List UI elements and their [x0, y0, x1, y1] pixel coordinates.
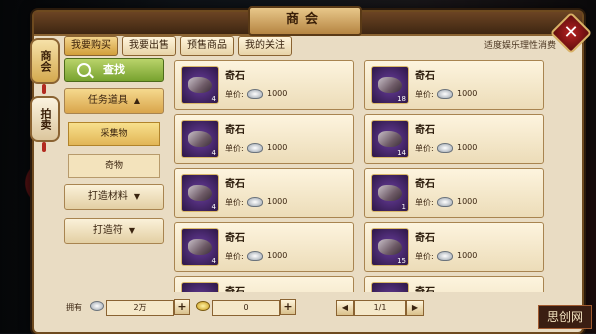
price-label: 单价: [415, 144, 434, 153]
side-tab-shop[interactable]: 商会 [30, 38, 60, 84]
item-card[interactable]: 15 奇石 单价: 1000 [364, 222, 544, 272]
top-tabs: 我要购买 我要出售 预售商品 我的关注 [64, 36, 292, 56]
silver-icon [247, 89, 263, 99]
tab-watchlist[interactable]: 我的关注 [238, 36, 292, 56]
search-icon [77, 63, 91, 77]
tab-presale[interactable]: 预售商品 [180, 36, 234, 56]
category-forge-charm[interactable]: 打造符 ▼ [64, 218, 164, 244]
price-label: 单价: [225, 252, 244, 261]
chevron-down-icon: ▼ [128, 226, 136, 235]
price-label: 单价: [225, 144, 244, 153]
item-card[interactable]: 4 奇石 单价: 1000 [174, 60, 354, 110]
tab-sell[interactable]: 我要出售 [122, 36, 176, 56]
item-name: 奇石 [225, 233, 245, 244]
category-label: 打造符 [92, 225, 123, 236]
search-label: 查找 [103, 63, 125, 76]
item-name: 奇石 [415, 233, 435, 244]
stone-icon: 1 [371, 174, 409, 212]
price-label: 单价: [225, 90, 244, 99]
price-label: 单价: [225, 198, 244, 207]
stone-icon: 14 [371, 120, 409, 158]
category-label: 任务道具 [87, 95, 128, 106]
item-price: 1000 [457, 197, 478, 206]
item-card[interactable]: 4 奇石 单价: 1000 [174, 222, 354, 272]
tassel-decoration [42, 84, 46, 94]
item-price: 1000 [457, 89, 478, 98]
item-name: 奇石 [415, 125, 435, 136]
stone-icon: 4 [181, 120, 219, 158]
tassel-decoration [42, 142, 46, 152]
price-label: 单价: [415, 252, 434, 261]
chevron-down-icon: ▼ [133, 192, 141, 201]
silver-icon [437, 143, 453, 153]
item-price: 1000 [267, 89, 288, 98]
item-price: 1000 [457, 143, 478, 152]
stone-icon: 4 [181, 174, 219, 212]
add-silver-button[interactable]: + [174, 299, 190, 315]
side-tab-auction[interactable]: 拍卖 [30, 96, 60, 142]
window-title: 商会 [248, 6, 362, 36]
silver-icon [247, 251, 263, 261]
category-panel: 查找 任务道具 ▲ 采集物 奇物 打造材料 ▼ 打造符 ▼ [64, 58, 164, 292]
price-label: 单价: [415, 90, 434, 99]
item-grid: 4 奇石 单价: 1000 18 奇石 单价: 1000 4 奇石 单价: 10… [174, 58, 554, 292]
category-task-items[interactable]: 任务道具 ▲ [64, 88, 164, 114]
category-forge-materials[interactable]: 打造材料 ▼ [64, 184, 164, 210]
item-name: 奇石 [225, 125, 245, 136]
owned-label: 拥有 [66, 303, 82, 312]
stone-icon [181, 282, 219, 292]
stone-icon: 18 [371, 66, 409, 104]
silver-icon [90, 301, 104, 311]
chevron-up-icon: ▲ [133, 96, 141, 105]
item-name: 奇石 [225, 71, 245, 82]
close-icon: ✕ [563, 22, 579, 43]
stone-icon: 4 [181, 66, 219, 104]
add-gold-button[interactable]: + [280, 299, 296, 315]
category-label: 打造材料 [87, 191, 128, 202]
page-indicator: 1/1 [354, 300, 406, 316]
item-card[interactable]: 奇石 [174, 276, 354, 292]
item-name: 奇石 [415, 71, 435, 82]
item-price: 1000 [457, 251, 478, 260]
stone-icon: 4 [181, 228, 219, 266]
prev-page-button[interactable]: ◀ [336, 300, 354, 316]
gold-amount: 0 [212, 300, 280, 316]
search-button[interactable]: 查找 [64, 58, 164, 82]
item-card[interactable]: 18 奇石 单价: 1000 [364, 60, 544, 110]
bottom-bar: 拥有 2万 + 0 + ◀ 1/1 ▶ [32, 296, 580, 318]
item-name: 奇石 [225, 179, 245, 190]
item-card[interactable]: 1 奇石 单价: 1000 [364, 168, 544, 218]
silver-icon [247, 143, 263, 153]
stone-icon: 15 [371, 228, 409, 266]
silver-amount: 2万 [106, 300, 174, 316]
next-page-button[interactable]: ▶ [406, 300, 424, 316]
item-name: 奇石 [415, 179, 435, 190]
moderation-notice: 适度娱乐理性消费 [483, 41, 556, 51]
item-price: 1000 [267, 197, 288, 206]
tab-buy[interactable]: 我要购买 [64, 36, 118, 56]
subcategory-rare[interactable]: 奇物 [68, 154, 160, 178]
item-price: 1000 [267, 143, 288, 152]
item-name: 奇石 [225, 283, 245, 292]
stone-icon [371, 282, 409, 292]
item-price: 1000 [267, 251, 288, 260]
silver-icon [437, 197, 453, 207]
item-card[interactable]: 14 奇石 单价: 1000 [364, 114, 544, 164]
price-label: 单价: [415, 198, 434, 207]
item-card[interactable]: 4 奇石 单价: 1000 [174, 114, 354, 164]
watermark: 思创网 [538, 305, 592, 329]
item-name: 奇石 [415, 283, 435, 292]
gold-icon [196, 301, 210, 311]
item-card[interactable]: 4 奇石 单价: 1000 [174, 168, 354, 218]
subcategory-gather[interactable]: 采集物 [68, 122, 160, 146]
item-card[interactable]: 奇石 [364, 276, 544, 292]
silver-icon [247, 197, 263, 207]
silver-icon [437, 89, 453, 99]
silver-icon [437, 251, 453, 261]
